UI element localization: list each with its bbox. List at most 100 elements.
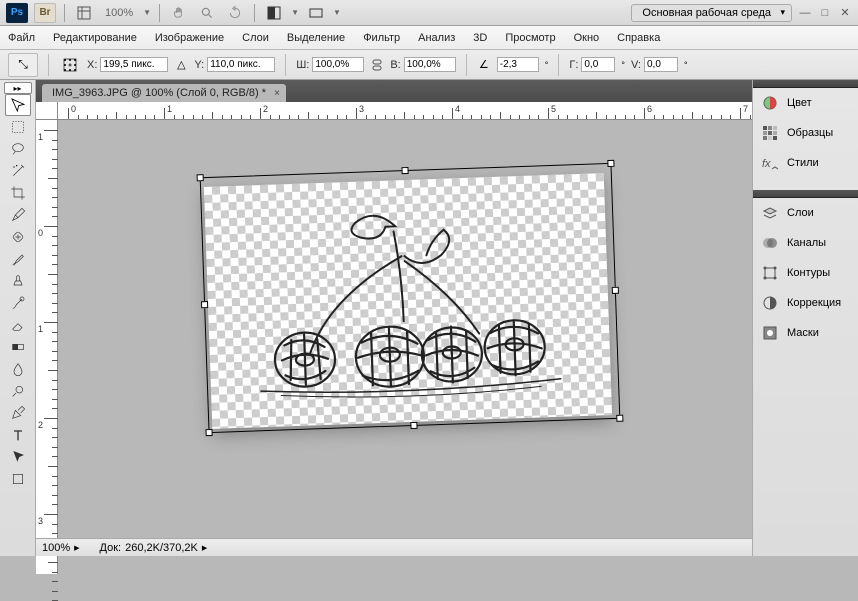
gradient-tool[interactable] — [5, 336, 31, 358]
transform-handle-top-mid[interactable] — [401, 167, 408, 174]
menu-edit[interactable]: Редактирование — [53, 32, 137, 44]
ruler-corner[interactable] — [36, 102, 58, 120]
status-zoom[interactable]: 100% — [42, 542, 70, 554]
channels-panel-icon — [761, 234, 779, 252]
panel-color[interactable]: Цвет — [753, 88, 858, 118]
move-tool[interactable] — [5, 94, 31, 116]
panel-layers-label: Слои — [787, 207, 814, 219]
status-bar: 100%▶ Док:260,2K/370,2K▶ — [36, 538, 752, 556]
skew-v-input[interactable] — [644, 57, 678, 72]
transform-bounding-box[interactable] — [200, 163, 621, 433]
menu-select[interactable]: Выделение — [287, 32, 345, 44]
panel-channels[interactable]: Каналы — [753, 228, 858, 258]
eyedropper-tool[interactable] — [5, 204, 31, 226]
shape-tool[interactable] — [5, 468, 31, 490]
panel-paths-label: Контуры — [787, 267, 830, 279]
menu-help[interactable]: Справка — [617, 32, 660, 44]
ruler-vertical[interactable]: 10123 — [36, 120, 58, 574]
angle-icon: ∠ — [477, 58, 491, 72]
maximize-icon[interactable]: □ — [818, 6, 832, 20]
panel-styles[interactable]: fxСтили — [753, 148, 858, 178]
rotate-view-icon[interactable] — [224, 3, 246, 23]
layout-icon[interactable] — [263, 3, 285, 23]
svg-text:fx: fx — [762, 158, 771, 170]
link-icon[interactable] — [370, 58, 384, 72]
panel-adjustments[interactable]: Коррекция — [753, 288, 858, 318]
menu-view[interactable]: Просмотр — [505, 32, 555, 44]
skew-v-label: V: — [631, 59, 641, 71]
brush-tool[interactable] — [5, 248, 31, 270]
title-bar: Ps Br 100%▼ ▼ ▼ Основная рабочая среда —… — [0, 0, 858, 26]
menu-file[interactable]: Файл — [8, 32, 35, 44]
ruler-v-label: 1 — [38, 324, 43, 334]
menu-layer[interactable]: Слои — [242, 32, 269, 44]
w-input[interactable] — [312, 57, 364, 72]
panel-swatches[interactable]: Образцы — [753, 118, 858, 148]
panel-handle-top[interactable] — [753, 80, 858, 88]
delta-icon[interactable]: △ — [174, 58, 188, 72]
lasso-tool[interactable] — [5, 138, 31, 160]
reference-point-icon[interactable] — [59, 55, 81, 75]
document-tab[interactable]: IMG_3963.JPG @ 100% (Слой 0, RGB/8) * × — [42, 84, 286, 102]
status-zoom-arrow-icon[interactable]: ▶ — [74, 544, 79, 552]
bridge-icon[interactable]: Br — [34, 3, 56, 23]
ruler-horizontal[interactable]: 01234567 — [58, 102, 752, 120]
clone-stamp-tool[interactable] — [5, 270, 31, 292]
panel-masks[interactable]: Маски — [753, 318, 858, 348]
transform-handle-bottom-right[interactable] — [616, 415, 623, 422]
current-tool-icon[interactable]: ⤡ — [8, 53, 38, 77]
marquee-tool[interactable] — [5, 116, 31, 138]
eraser-tool[interactable] — [5, 314, 31, 336]
pen-tool[interactable] — [5, 402, 31, 424]
menu-3d[interactable]: 3D — [473, 32, 487, 44]
magic-wand-tool[interactable] — [5, 160, 31, 182]
status-menu-arrow-icon[interactable]: ▶ — [202, 544, 207, 552]
transform-handle-top-right[interactable] — [607, 160, 614, 167]
transform-handle-bottom-left[interactable] — [205, 429, 212, 436]
panel-layers[interactable]: Слои — [753, 198, 858, 228]
transform-handle-mid-left[interactable] — [201, 301, 208, 308]
menu-filter[interactable]: Фильтр — [363, 32, 400, 44]
panel-handle-mid[interactable] — [753, 190, 858, 198]
path-select-tool[interactable] — [5, 446, 31, 468]
angle-input[interactable] — [497, 57, 539, 72]
healing-tool[interactable] — [5, 226, 31, 248]
hand-tool-icon[interactable] — [168, 3, 190, 23]
ruler-h-label: 3 — [359, 104, 364, 114]
screen-mode-icon[interactable] — [305, 3, 327, 23]
photoshop-icon[interactable]: Ps — [6, 3, 28, 23]
minimize-icon[interactable]: — — [798, 6, 812, 20]
blur-tool[interactable] — [5, 358, 31, 380]
menu-analysis[interactable]: Анализ — [418, 32, 455, 44]
canvas-area: IMG_3963.JPG @ 100% (Слой 0, RGB/8) * × … — [36, 80, 752, 556]
y-input[interactable] — [207, 57, 275, 72]
crop-tool[interactable] — [5, 182, 31, 204]
h-label: В: — [390, 59, 400, 71]
type-tool[interactable] — [5, 424, 31, 446]
x-input[interactable] — [100, 57, 168, 72]
zoom-label[interactable]: 100% — [101, 7, 137, 19]
toolbar-collapse-icon[interactable]: ▸▸ — [4, 82, 32, 94]
transform-handle-top-left[interactable] — [197, 174, 204, 181]
workspace-switcher[interactable]: Основная рабочая среда — [631, 4, 792, 22]
ruler-h-label: 6 — [647, 104, 652, 114]
zoom-tool-icon[interactable] — [196, 3, 218, 23]
menu-image[interactable]: Изображение — [155, 32, 224, 44]
dodge-tool[interactable] — [5, 380, 31, 402]
ruler-v-label: 3 — [38, 516, 43, 526]
ruler-h-label: 0 — [71, 104, 76, 114]
close-icon[interactable]: ✕ — [838, 6, 852, 20]
menu-bar: Файл Редактирование Изображение Слои Выд… — [0, 26, 858, 50]
transform-handle-mid-right[interactable] — [612, 287, 619, 294]
h-input[interactable] — [404, 57, 456, 72]
document-tab-row: IMG_3963.JPG @ 100% (Слой 0, RGB/8) * × — [36, 80, 752, 102]
panel-paths[interactable]: Контуры — [753, 258, 858, 288]
tab-close-icon[interactable]: × — [274, 88, 280, 99]
history-brush-tool[interactable] — [5, 292, 31, 314]
transform-handle-bottom-mid[interactable] — [410, 422, 417, 429]
miniview-icon[interactable] — [73, 3, 95, 23]
canvas-stage[interactable] — [58, 120, 752, 538]
masks-panel-icon — [761, 324, 779, 342]
skew-h-input[interactable] — [581, 57, 615, 72]
menu-window[interactable]: Окно — [574, 32, 600, 44]
